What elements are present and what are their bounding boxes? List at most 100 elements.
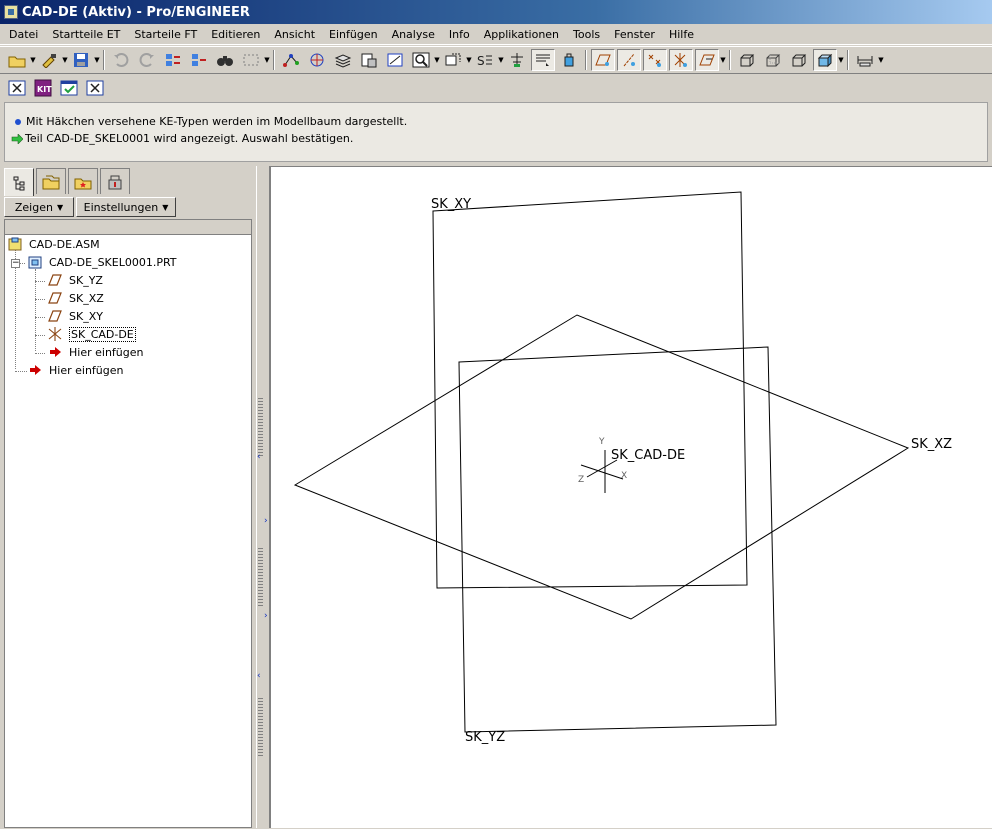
splitter-grip[interactable] (258, 696, 263, 756)
menu-startteile-et[interactable]: Startteile ET (45, 28, 127, 41)
view-manager-icon[interactable] (357, 49, 381, 71)
menu-analyse[interactable]: Analyse (385, 28, 442, 41)
tree-connector (15, 371, 27, 372)
model-tree-toggle-icon[interactable] (531, 49, 555, 71)
datum-label-yz[interactable]: SK_YZ (465, 730, 505, 745)
brush-dropdown-icon[interactable]: ▼ (62, 49, 68, 71)
datum-plane-icon (47, 291, 63, 305)
splitter-grip[interactable] (258, 396, 263, 456)
menu-tools[interactable]: Tools (566, 28, 607, 41)
message-text: Mit Häkchen versehene KE-Typen werden im… (26, 115, 408, 128)
regenerate-manager-icon[interactable] (187, 49, 211, 71)
search-binoculars-icon[interactable] (213, 49, 237, 71)
menu-ansicht[interactable]: Ansicht (267, 28, 322, 41)
datum-label-xy[interactable]: SK_XY (431, 197, 471, 212)
tree-item-datum-plane-xy[interactable]: SK_XY (47, 307, 103, 325)
save-icon[interactable] (69, 49, 93, 71)
tree-item-insert-here[interactable]: Hier einfügen (27, 361, 123, 379)
saved-views-icon[interactable]: S (473, 49, 497, 71)
select-box-icon[interactable] (239, 49, 263, 71)
tree-item-label: CAD-DE_SKEL0001.PRT (49, 255, 177, 269)
settings-button[interactable]: Einstellungen ▼ (76, 197, 176, 217)
select-dropdown-icon[interactable]: ▼ (264, 49, 270, 71)
show-button[interactable]: Zeigen ▼ (4, 197, 74, 217)
tree-column-header[interactable] (4, 219, 252, 235)
tree-item-datum-plane-yz[interactable]: SK_YZ (47, 271, 103, 289)
tab-model-tree[interactable] (4, 168, 34, 196)
datum-plane-xy[interactable] (432, 191, 748, 589)
orient-dropdown-icon[interactable]: ▼ (466, 49, 472, 71)
tree-item-label: SK_CAD-DE (69, 326, 136, 342)
redo-icon[interactable] (135, 49, 159, 71)
axis-label-z: Z (578, 475, 585, 485)
measure-icon[interactable] (853, 49, 877, 71)
zoom-dropdown-icon[interactable]: ▼ (434, 49, 440, 71)
expand-right-icon[interactable]: › (264, 611, 268, 621)
datum-label-xz[interactable]: SK_XZ (911, 437, 952, 452)
datum-plane-xz[interactable] (293, 314, 910, 620)
display-dropdown-icon[interactable]: ▼ (720, 49, 726, 71)
menu-fenster[interactable]: Fenster (607, 28, 662, 41)
refit-icon[interactable] (383, 49, 407, 71)
menu-einfuegen[interactable]: Einfügen (322, 28, 385, 41)
hidden-line-icon[interactable] (761, 49, 785, 71)
brush-icon[interactable] (37, 49, 61, 71)
expand-right-icon[interactable]: › (264, 516, 268, 526)
svg-text:KIT: KIT (37, 85, 52, 94)
shading-icon[interactable] (813, 49, 837, 71)
menu-datei[interactable]: Datei (2, 28, 45, 41)
menu-info[interactable]: Info (442, 28, 477, 41)
menu-hilfe[interactable]: Hilfe (662, 28, 701, 41)
collapse-left-icon[interactable]: ‹ (257, 452, 261, 462)
tree-item-insert-here[interactable]: Hier einfügen (47, 343, 143, 361)
wireframe-icon[interactable] (735, 49, 759, 71)
measure-dropdown-icon[interactable]: ▼ (878, 49, 884, 71)
datum-plane-icon (47, 309, 63, 323)
menu-starteile-ft[interactable]: Starteile FT (127, 28, 204, 41)
color-bucket-icon[interactable] (557, 49, 581, 71)
orient-icon[interactable] (441, 49, 465, 71)
datum-planes-display-icon[interactable] (591, 49, 615, 71)
datum-points-display-icon[interactable] (643, 49, 667, 71)
panel-splitter[interactable]: ‹ › › ‹ (256, 166, 270, 828)
close-window-icon[interactable] (5, 77, 29, 99)
splitter-grip[interactable] (258, 546, 263, 606)
no-hidden-icon[interactable] (787, 49, 811, 71)
toolbar-separator (847, 50, 849, 70)
menu-applikationen[interactable]: Applikationen (477, 28, 566, 41)
model-tree-settings-icon[interactable] (505, 49, 529, 71)
datum-point-icon[interactable] (279, 49, 303, 71)
undo-icon[interactable] (109, 49, 133, 71)
tab-connections[interactable] (100, 168, 130, 194)
tab-favorites[interactable] (68, 168, 98, 194)
csys-display-icon[interactable] (669, 49, 693, 71)
tree-item-assembly[interactable]: CAD-DE.ASM (7, 235, 100, 253)
annotation-display-icon[interactable] (695, 49, 719, 71)
shading-dropdown-icon[interactable]: ▼ (838, 49, 844, 71)
layers-icon[interactable] (331, 49, 355, 71)
tree-item-csys[interactable]: SK_CAD-DE (47, 325, 136, 343)
confirm-window-icon[interactable] (57, 77, 81, 99)
collapse-toggle[interactable]: − (11, 259, 20, 268)
graphics-window[interactable]: SK_XY SK_XZ SK_YZ SK_CAD-DE Y X Z (270, 166, 992, 828)
datum-axes-display-icon[interactable] (617, 49, 641, 71)
tree-item-part[interactable]: CAD-DE_SKEL0001.PRT (27, 253, 177, 271)
zoom-icon[interactable] (409, 49, 433, 71)
tree-connector (35, 335, 45, 336)
info-bullet-icon (15, 118, 21, 125)
tab-folder-browser[interactable] (36, 168, 66, 194)
window-title: CAD-DE (Aktiv) - Pro/ENGINEER (22, 4, 250, 20)
menu-editieren[interactable]: Editieren (204, 28, 267, 41)
datum-plane-yz[interactable] (458, 346, 777, 733)
kit-icon[interactable]: KIT (31, 77, 55, 99)
collapse-left-icon[interactable]: ‹ (257, 671, 261, 681)
open-folder-icon[interactable] (5, 49, 29, 71)
csys-label[interactable]: SK_CAD-DE (611, 448, 685, 463)
regenerate-icon[interactable] (161, 49, 185, 71)
save-dropdown-icon[interactable]: ▼ (94, 49, 100, 71)
cancel-window-icon[interactable] (83, 77, 107, 99)
open-dropdown-icon[interactable]: ▼ (30, 49, 36, 71)
spin-center-icon[interactable] (305, 49, 329, 71)
saved-views-dropdown-icon[interactable]: ▼ (498, 49, 504, 71)
tree-item-datum-plane-xz[interactable]: SK_XZ (47, 289, 104, 307)
